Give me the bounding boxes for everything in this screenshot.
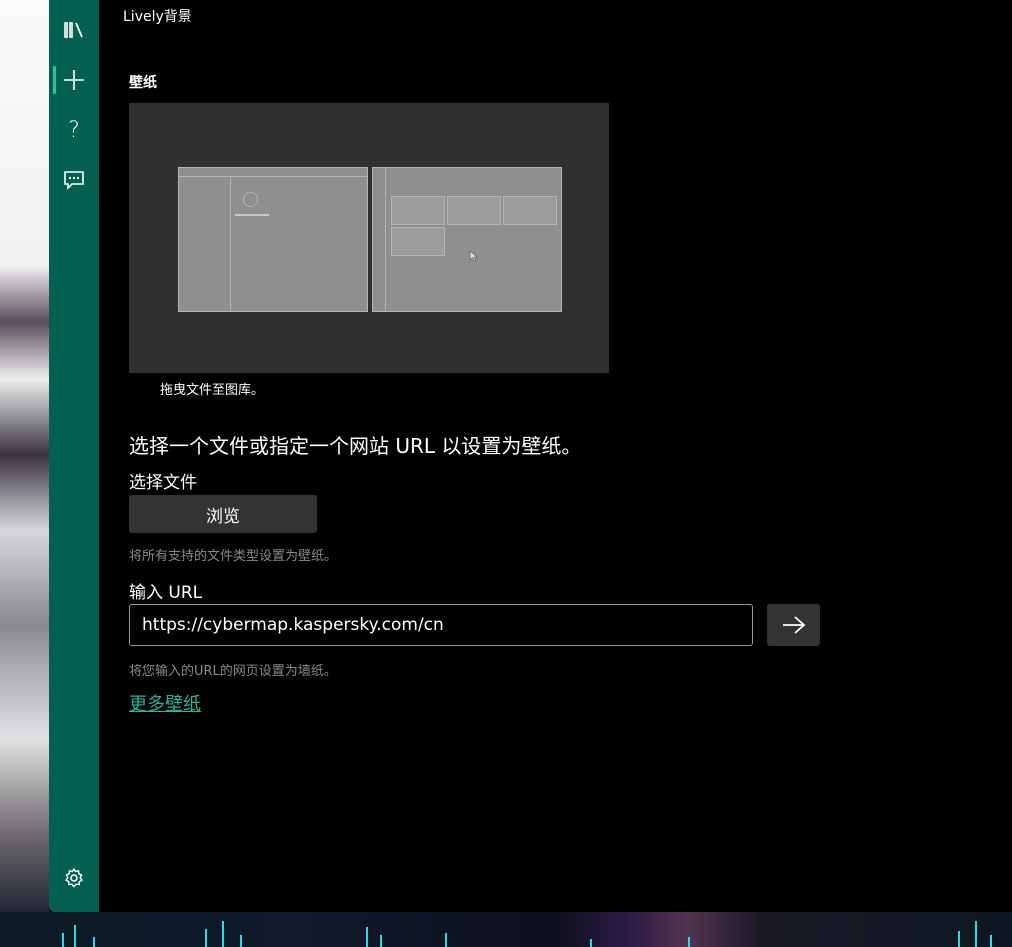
nav-item-settings[interactable] (49, 858, 99, 898)
file-label: 选择文件 (129, 473, 197, 493)
instruction-headline: 选择一个文件或指定一个网站 URL 以设置为壁纸。 (129, 434, 582, 458)
nav-item-help[interactable]: ? (49, 110, 99, 150)
url-submit-button[interactable] (767, 604, 820, 646)
feedback-icon (64, 171, 84, 190)
preview-mock-explorer (178, 167, 368, 312)
more-wallpapers-link[interactable]: 更多壁纸 (129, 690, 201, 716)
file-hint: 将所有支持的文件类型设置为壁纸。 (129, 549, 338, 564)
nav-item-add[interactable] (49, 60, 99, 100)
section-title: 壁纸 (129, 75, 157, 91)
app-window: ? Lively背景 壁纸 拖曳文件至图库。 选择一个文件或指定一个网站 URL… (49, 0, 1012, 912)
gear-icon (65, 868, 83, 888)
window-title: Lively背景 (123, 9, 192, 25)
nav-item-library[interactable] (49, 10, 99, 50)
browse-button[interactable]: 浏览 (129, 495, 317, 533)
desktop-background-left (0, 0, 49, 947)
arrow-right-icon (782, 616, 805, 634)
help-icon: ? (68, 117, 80, 143)
desktop-background-bottom (0, 912, 1012, 947)
preview-mock-lively (372, 167, 562, 312)
library-icon (64, 22, 83, 38)
url-input[interactable] (129, 604, 753, 646)
drag-drop-preview (129, 103, 609, 373)
plus-icon (64, 70, 84, 90)
url-label: 输入 URL (129, 583, 203, 603)
preview-caption: 拖曳文件至图库。 (160, 383, 265, 398)
nav-rail: ? (49, 0, 99, 912)
url-hint: 将您输入的URL的网页设置为墙纸。 (129, 664, 337, 679)
nav-item-feedback[interactable] (49, 160, 99, 200)
